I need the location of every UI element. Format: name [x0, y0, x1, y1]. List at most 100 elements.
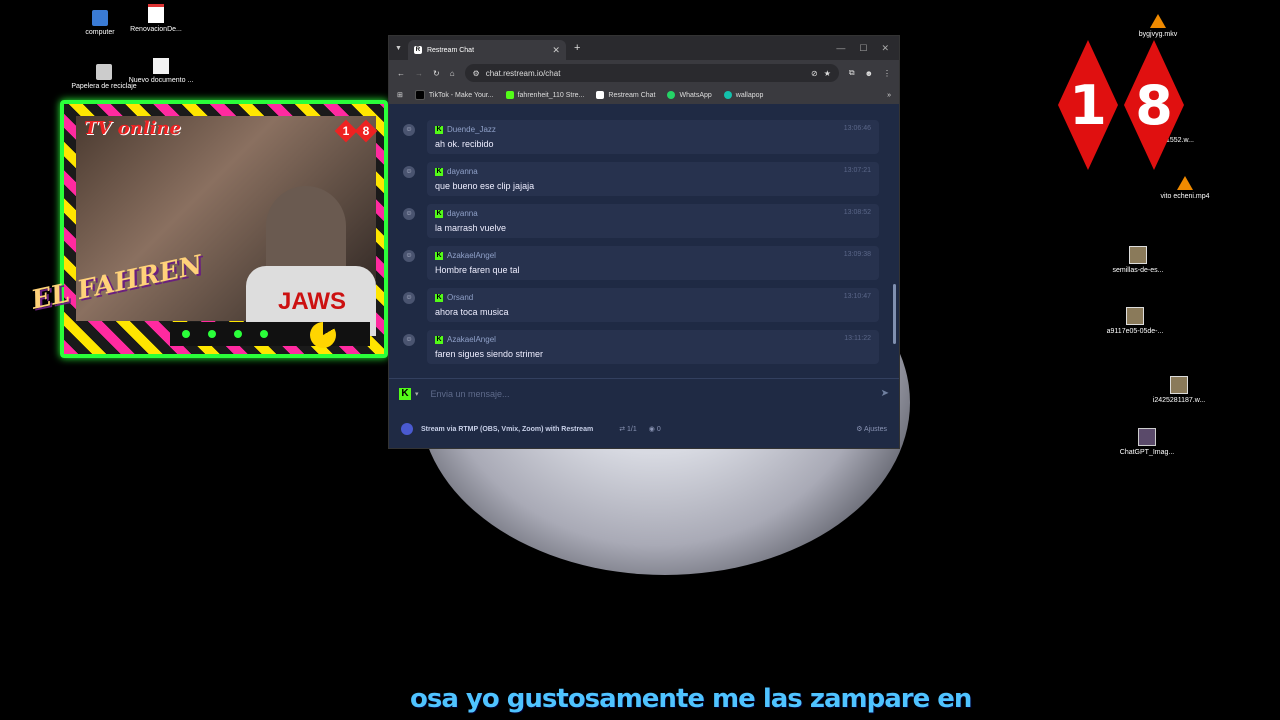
desktop-icon-label: Nuevo documento ... [128, 77, 194, 84]
chat-text: que bueno ese clip jajaja [435, 181, 535, 191]
browser-window[interactable]: ▼ R Restream Chat ✕ + — ☐ ✕ ← → ↻ ⌂ ⚙ ch… [388, 35, 900, 449]
chat-feed[interactable]: ☺ K Duende_Jazz 13:06:46 ah ok. recibido… [389, 104, 899, 376]
settings-button[interactable]: ⚙ Ajustes [856, 425, 887, 433]
home-icon[interactable]: ⌂ [450, 69, 455, 78]
close-tab-icon[interactable]: ✕ [552, 45, 560, 56]
avatar-icon: ☺ [403, 124, 415, 136]
pacman-icon [310, 322, 336, 348]
avatar-icon: ☺ [403, 208, 415, 220]
chat-username[interactable]: Orsand [447, 293, 473, 302]
age-rating-badge: 1 8 [1058, 40, 1188, 170]
chat-timestamp: 13:07:21 [843, 167, 871, 174]
kick-platform-icon: K [435, 210, 443, 218]
chevron-down-icon[interactable]: ▾ [415, 390, 419, 398]
image-icon [1129, 246, 1147, 264]
url-field[interactable]: ⚙ chat.restream.io/chat ⊘ ★ [464, 64, 839, 82]
pac-dot [208, 330, 216, 338]
channels-count: ⇄ 1/1 [619, 426, 637, 433]
bookmark-star-icon[interactable]: ★ [824, 69, 831, 78]
back-icon[interactable]: ← [397, 69, 405, 78]
menu-icon[interactable]: ⋮ [883, 69, 891, 78]
bookmark-wallapop[interactable]: wallapop [723, 91, 763, 99]
chat-message: ☺ K dayanna 13:07:21 que bueno ese clip … [397, 162, 879, 200]
chat-scrollbar[interactable] [893, 284, 896, 344]
subtitle-caption: osa yo gustosamente me las zampare en [410, 684, 972, 714]
kick-platform-icon: K [435, 294, 443, 302]
window-controls: — ☐ ✕ [836, 43, 889, 54]
site-info-icon[interactable]: ⚙ [473, 69, 480, 78]
kick-platform-icon: K [435, 126, 443, 134]
rtmp-stream-link[interactable]: Stream via RTMP (OBS, Vmix, Zoom) with R… [421, 426, 593, 433]
chat-text: la marrash vuelve [435, 223, 507, 233]
bookmark-kick[interactable]: fahrenheit_110 Stre... [505, 91, 584, 99]
forward-icon[interactable]: → [415, 69, 423, 78]
minimize-icon[interactable]: — [836, 43, 845, 54]
bookmark-whatsapp[interactable]: WhatsApp [667, 91, 712, 99]
desktop-icon-i2425[interactable]: i2425281187.w... [1134, 376, 1224, 405]
chat-username[interactable]: dayanna [447, 209, 478, 218]
more-bookmarks-icon[interactable]: » [887, 92, 891, 99]
desktop-icon-chatgpt[interactable]: ChatGPT_Imag... [1102, 428, 1192, 457]
desktop-icon-renovacion[interactable]: RenovacionDe... [111, 4, 201, 34]
bookmark-tiktok[interactable]: TikTok - Make Your... [414, 90, 494, 100]
desktop-icon-new-document[interactable]: Nuevo documento ... [116, 58, 206, 85]
send-icon[interactable]: ➤ [881, 388, 889, 399]
new-tab-button[interactable]: + [574, 42, 580, 54]
chat-text: ahora toca musica [435, 307, 509, 317]
pac-dot [234, 330, 242, 338]
vlc-icon [1177, 176, 1193, 190]
apps-icon[interactable]: ⊞ [397, 91, 403, 99]
reload-icon[interactable]: ↻ [433, 69, 440, 78]
desktop-icon-label: RenovacionDe... [130, 26, 182, 33]
chat-timestamp: 13:08:52 [843, 209, 871, 216]
desktop-icon-label: i2425281187.w... [1152, 397, 1206, 404]
bookmarks-bar: ⊞ TikTok - Make Your... fahrenheit_110 S… [389, 86, 899, 105]
computer-icon [92, 10, 108, 26]
maximize-icon[interactable]: ☐ [859, 43, 867, 54]
chat-timestamp: 13:11:22 [844, 335, 871, 342]
chat-message: ☺ K AzakaelAngel 13:09:38 Hombre faren q… [397, 246, 879, 284]
desktop-icon-semillas[interactable]: semillas-de-es... [1093, 246, 1183, 275]
desktop-icon-a9117[interactable]: a9117e05-05de-... [1090, 307, 1180, 336]
chat-username[interactable]: Duende_Jazz [447, 125, 496, 134]
vlc-icon [1150, 14, 1166, 28]
desktop-icon-mkv[interactable]: bygjvyg.mkv [1113, 14, 1203, 39]
desktop-icon-mp4[interactable]: vito echeni.mp4 [1140, 176, 1230, 201]
tv-online-label: TV online [84, 118, 181, 139]
avatar-icon: ☺ [403, 334, 415, 346]
chat-text: Hombre faren que tal [435, 265, 520, 275]
tab-search-icon[interactable]: ▼ [395, 45, 402, 52]
extensions-icon[interactable]: ⧉ [849, 68, 855, 78]
tab-title: Restream Chat [426, 46, 475, 54]
chat-timestamp: 13:06:46 [843, 125, 871, 132]
chat-text: faren sigues siendo strimer [435, 349, 544, 359]
chat-username[interactable]: dayanna [447, 167, 478, 176]
desktop-icon-label: ChatGPT_Imag... [1119, 449, 1175, 456]
image-icon [1170, 376, 1188, 394]
chat-username[interactable]: AzakaelAngel [447, 335, 496, 344]
profile-icon[interactable]: ☻ [865, 69, 873, 78]
viewer-count: ◉ 0 [648, 426, 661, 433]
bookmark-restream[interactable]: Restream Chat [596, 91, 655, 99]
kick-platform-icon: K [435, 336, 443, 344]
kick-platform-selector-icon[interactable]: K [399, 387, 411, 400]
tab-restream-chat[interactable]: R Restream Chat ✕ [407, 40, 566, 60]
chat-message: ☺ K AzakaelAngel 13:11:22 faren sigues s… [397, 330, 879, 368]
message-input[interactable]: Envia un mensaje... [431, 389, 881, 399]
image-icon [1126, 307, 1144, 325]
webcam-overlay: TV online 18 JAWS EL FAHREN [29, 100, 390, 360]
message-composer: K ▾ Envia un mensaje... ➤ [389, 378, 899, 408]
tiktok-icon [414, 90, 425, 100]
chat-username[interactable]: AzakaelAngel [447, 251, 496, 260]
recycle-bin-icon [96, 64, 112, 80]
pac-dot [260, 330, 268, 338]
avatar-icon: ☺ [403, 292, 415, 304]
close-window-icon[interactable]: ✕ [881, 43, 889, 54]
restream-logo-icon [401, 423, 413, 435]
tracking-hidden-icon[interactable]: ⊘ [811, 69, 818, 78]
desktop-icon-label: bygjvyg.mkv [1138, 31, 1178, 38]
chat-timestamp: 13:09:38 [843, 251, 871, 258]
chat-message: ☺ K Orsand 13:10:47 ahora toca musica [397, 288, 879, 326]
url-text: chat.restream.io/chat [485, 68, 561, 78]
kick-platform-icon: K [435, 252, 443, 260]
